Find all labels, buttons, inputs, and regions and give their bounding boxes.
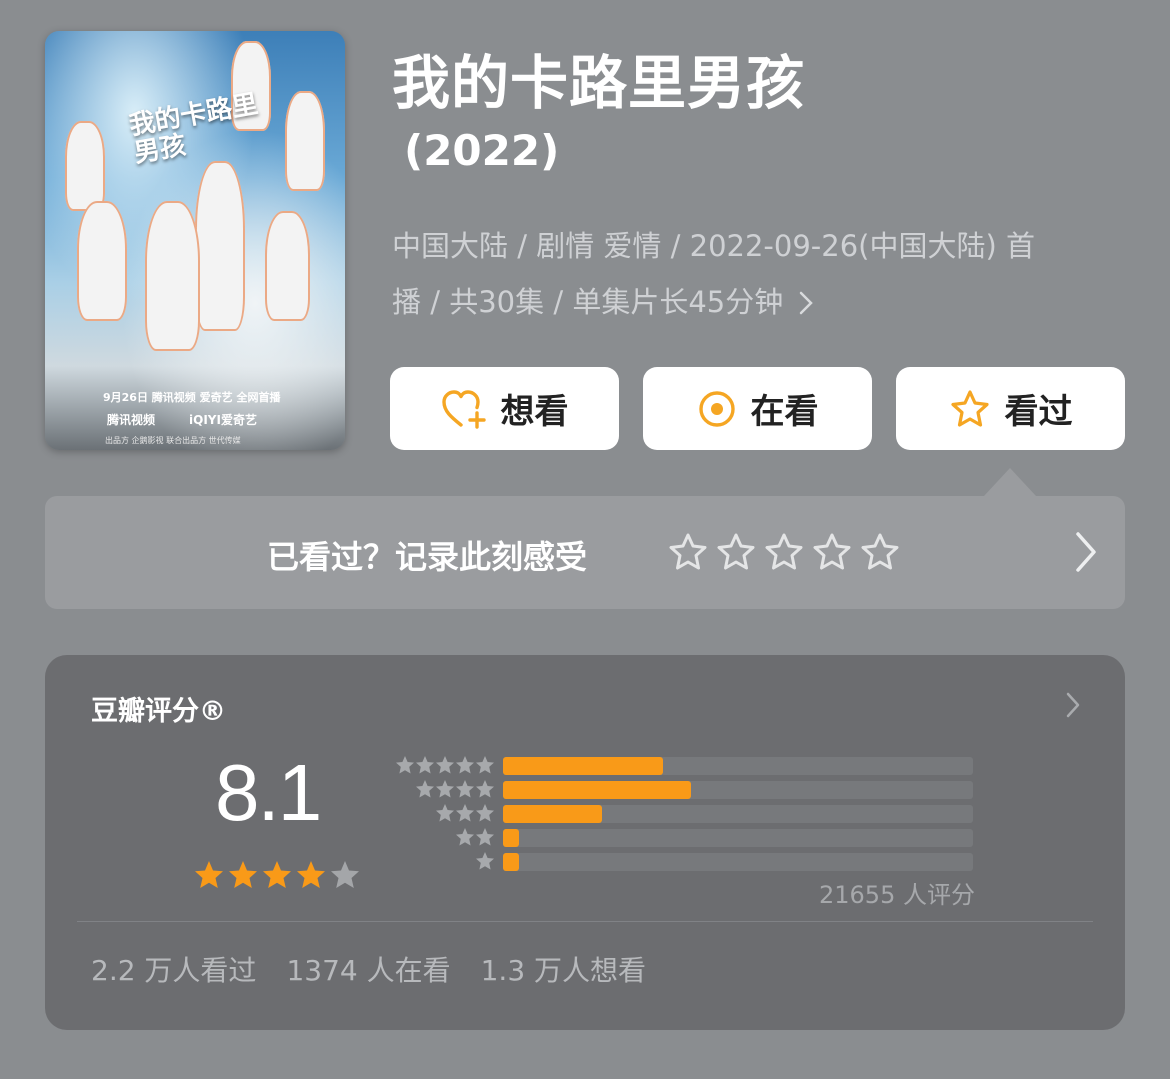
poster-figure (265, 211, 310, 321)
small-star-icon (456, 804, 474, 822)
small-star-icon (436, 756, 454, 774)
distribution-bar (503, 781, 691, 799)
star-filled-icon (297, 861, 325, 888)
small-star-icon (476, 804, 494, 822)
rating-count: 21655 人评分 (819, 881, 975, 909)
star-outline-icon[interactable] (811, 532, 853, 576)
poster-brand-tencent: 腾讯视频 (107, 413, 156, 427)
watched-button-label: 看过 (1004, 392, 1073, 432)
poster-figure (195, 161, 245, 331)
poster-image[interactable]: 我的卡路里男孩 9月26日 腾讯视频 爱奇艺 全网首播 腾讯视频 iQIYI爱奇… (45, 31, 345, 450)
star-filled-icon (263, 861, 291, 888)
page-title: 我的卡路里男孩 (392, 49, 806, 117)
distribution-track (503, 829, 973, 847)
distribution-row (383, 851, 983, 871)
rating-label: 豆瓣评分® (91, 696, 226, 727)
rate-prompt-bar[interactable]: 已看过？记录此刻感受 (45, 496, 1125, 609)
meta-line-2-text: 播 / 共30集 / 单集片长45分钟 (392, 285, 784, 319)
distribution-stars (475, 851, 495, 871)
star-filled-icon (229, 861, 257, 888)
distribution-row (383, 779, 983, 799)
small-star-icon (476, 756, 494, 774)
star-outline-icon[interactable] (763, 532, 805, 576)
small-star-icon (436, 804, 454, 822)
poster-figure (285, 91, 325, 191)
small-star-icon (456, 780, 474, 798)
poster-producers: 出品方 企鹅影视 联合出品方 世代传媒 (105, 436, 241, 445)
distribution-bar (503, 829, 519, 847)
poster-title-art: 我的卡路里男孩 (126, 89, 261, 169)
audience-stats: 2.2 万人看过 1374 人在看 1.3 万人想看 (91, 949, 646, 989)
distribution-track (503, 757, 973, 775)
watched-button[interactable]: 看过 (896, 367, 1125, 450)
poster-figure (145, 201, 200, 351)
want-count[interactable]: 1.3 万人想看 (481, 949, 646, 989)
distribution-stars (435, 803, 495, 823)
distribution-stars (395, 755, 495, 775)
star-outline-icon[interactable] (667, 532, 709, 576)
distribution-row (383, 803, 983, 823)
small-star-icon (476, 828, 494, 846)
distribution-stars (415, 779, 495, 799)
heart-plus-icon (441, 389, 487, 429)
distribution-track (503, 781, 973, 799)
small-star-icon (476, 852, 494, 870)
distribution-track (503, 853, 973, 871)
small-star-icon (416, 780, 434, 798)
want-button[interactable]: 想看 (390, 367, 619, 450)
small-star-icon (396, 756, 414, 774)
watched-count[interactable]: 2.2 万人看过 (91, 949, 256, 989)
star-outline-icon[interactable] (859, 532, 901, 576)
rating-distribution (383, 755, 983, 880)
want-button-label: 想看 (500, 392, 569, 432)
small-star-icon (456, 756, 474, 774)
chevron-right-icon[interactable] (1073, 530, 1099, 578)
star-filled-icon (195, 861, 223, 888)
release-year: (2022) (404, 126, 560, 175)
small-star-icon (436, 780, 454, 798)
poster-release-line: 9月26日 腾讯视频 爱奇艺 全网首播 (103, 391, 281, 404)
small-star-icon (416, 756, 434, 774)
rating-card[interactable]: 豆瓣评分® 8.1 21655 人评分 2.2 万人看过 1374 人在看 1.… (45, 655, 1125, 1030)
poster-brands: 腾讯视频 iQIYI爱奇艺 (107, 411, 257, 428)
meta-line-1: 中国大陆 / 剧情 爱情 / 2022-09-26(中国大陆) 首 (392, 229, 1036, 263)
meta-line-2: 播 / 共30集 / 单集片长45分钟 (392, 274, 1132, 331)
poster-figure (65, 121, 105, 211)
rating-score: 8.1 (215, 748, 322, 837)
subject-meta[interactable]: 中国大陆 / 剧情 爱情 / 2022-09-26(中国大陆) 首 播 / 共3… (392, 218, 1132, 331)
distribution-bar (503, 757, 663, 775)
target-circle-icon (697, 389, 737, 429)
small-star-icon (456, 828, 474, 846)
rating-stars (193, 859, 361, 891)
star-empty-icon (331, 861, 359, 888)
watching-button[interactable]: 在看 (643, 367, 872, 450)
distribution-stars (455, 827, 495, 847)
rate-prompt-text: 已看过？记录此刻感受 (267, 538, 588, 576)
distribution-bar (503, 853, 519, 871)
poster-figure (77, 201, 127, 321)
distribution-row (383, 755, 983, 775)
watching-count[interactable]: 1374 人在看 (286, 949, 450, 989)
poster-brand-iqiyi: iQIYI爱奇艺 (189, 413, 257, 427)
chevron-right-icon[interactable] (1065, 691, 1081, 723)
divider (77, 921, 1093, 922)
chevron-right-icon (798, 285, 814, 320)
distribution-bar (503, 805, 602, 823)
star-outline-icon[interactable] (715, 532, 757, 576)
rate-stars[interactable] (667, 532, 901, 576)
watching-button-label: 在看 (750, 392, 819, 432)
distribution-row (383, 827, 983, 847)
star-outline-icon (949, 389, 991, 429)
popover-pointer (984, 468, 1036, 496)
small-star-icon (476, 780, 494, 798)
distribution-track (503, 805, 973, 823)
